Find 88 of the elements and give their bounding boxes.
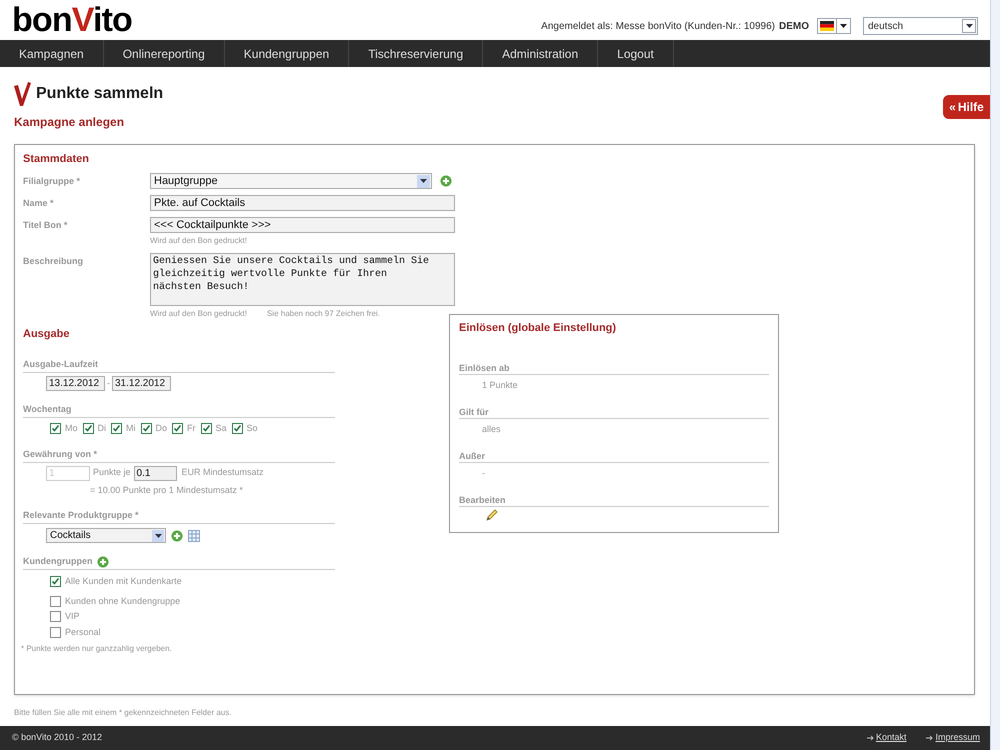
field-text: EUR Mindestumsatz [182, 466, 264, 480]
field-label: Gilt für [459, 407, 488, 417]
nav-item[interactable]: Administration [483, 40, 598, 67]
checkbox-label: VIP [65, 610, 80, 623]
arrow-icon [866, 735, 875, 741]
field-label: Bearbeiten [459, 495, 506, 505]
caret-icon [417, 174, 430, 188]
date-separator: - [107, 376, 110, 390]
checkbox[interactable] [232, 423, 243, 434]
checkbox-label: Mi [126, 422, 136, 435]
field-label: Titel Bon * [23, 219, 68, 232]
checkbox[interactable] [200, 423, 212, 434]
checkbox-label: Personal [65, 626, 101, 638]
page-title: Punkte sammeln [36, 84, 164, 104]
add-icon[interactable] [171, 530, 183, 542]
checkbox-label: Mo [65, 422, 78, 435]
select-field[interactable]: Cocktails [46, 528, 166, 543]
text-area[interactable]: Geniessen Sie unsere Cocktails und sammeln Sie gleichzeitig wertvolle Punkte für Ihren nächsten Besuch! [150, 253, 455, 306]
panel-heading: Einlösen (globale Einstellung) [459, 321, 618, 335]
nav-item[interactable]: Kampagnen [0, 40, 104, 67]
field-value: alles [481, 423, 502, 435]
nav-item[interactable]: Onlinereporting [104, 40, 225, 67]
copyright: © bonVito 2010 - 2012 [12, 731, 102, 744]
scrollbar[interactable] [990, 0, 1000, 750]
field-label: Name * [23, 197, 55, 210]
checkbox[interactable] [172, 423, 184, 434]
checkbox-label: Sa [216, 422, 227, 435]
page-subtitle: Kampagne anlegen [14, 114, 126, 131]
caret-icon [840, 24, 847, 28]
hint-text: Wird auf den Bon gedruckt! [150, 235, 247, 247]
logo: bonVito [12, 3, 132, 37]
caret-icon [962, 19, 976, 33]
field-label: Außer [459, 451, 486, 461]
field-label: Ausgabe-Laufzeit [23, 358, 98, 372]
flag-icon [820, 21, 834, 31]
field-text: Punkte je [93, 466, 131, 480]
caret-icon [152, 530, 164, 542]
date-field[interactable]: 13.12.2012 [46, 376, 105, 391]
flag-dropdown[interactable] [817, 18, 851, 34]
checkbox-label: Alle Kunden mit Kundenkarte [65, 575, 182, 588]
checkbox-label: Kunden ohne Kundengruppe [65, 594, 180, 608]
checkbox[interactable] [140, 423, 152, 434]
hint-text: Sie haben noch 97 Zeichen frei. [266, 308, 380, 320]
footnote: * Punkte werden nur ganzzahlig vergeben. [21, 643, 173, 655]
checkbox[interactable] [50, 576, 61, 588]
field-label: Wochentag [23, 403, 72, 416]
checkbox[interactable] [50, 626, 61, 638]
field-label: Relevante Produktgruppe * [23, 509, 139, 522]
checkbox-label: Do [156, 422, 168, 435]
select-field[interactable]: Hauptgruppe [150, 173, 432, 189]
footer-link[interactable]: Impressum [935, 731, 980, 745]
nav-item[interactable]: Kundengruppen [224, 40, 350, 67]
checkbox[interactable] [50, 423, 61, 434]
field-value: 1 Punkte [481, 379, 519, 391]
help-button[interactable]: « Hilfe [943, 95, 990, 119]
hint-text: Wird auf den Bon gedruckt! [150, 308, 247, 320]
pencil-icon[interactable] [486, 509, 498, 521]
check-logo-icon [14, 82, 32, 106]
section-heading: Stammdaten [23, 152, 90, 167]
add-icon[interactable] [96, 556, 108, 568]
date-field[interactable]: 31.12.2012 [112, 376, 171, 391]
checkbox-label: Fr [187, 422, 196, 435]
checkbox-label: So [246, 422, 258, 435]
footer-link[interactable]: Kontakt [876, 731, 906, 745]
field-value: - [481, 467, 486, 479]
arrow-icon [926, 735, 934, 741]
checkbox[interactable] [50, 596, 61, 607]
field-label: Filialgruppe * [23, 175, 82, 188]
text-field[interactable]: Pkte. auf Cocktails [150, 195, 455, 211]
field-label: Beschreibung [23, 255, 84, 268]
login-info: Angemeldet als: Messe bonVito (Kunden-Nr.: 10996) [541, 20, 775, 34]
calculation-note: = 10.00 Punkte pro 1 Mindestumsatz * [89, 484, 244, 497]
nav-item[interactable]: Tischreservierung [349, 40, 484, 67]
field-label: Gewährung von * [23, 448, 98, 461]
checkbox-label: Di [98, 422, 106, 435]
field-label: Kundengruppen [23, 555, 92, 568]
required-note: Bitte füllen Sie alle mit einem * gekennzeichneten Felder aus. [14, 707, 232, 719]
checkbox[interactable] [111, 423, 122, 434]
add-icon[interactable] [440, 175, 452, 187]
nav-item[interactable]: Logout [598, 40, 674, 67]
amount-field[interactable]: 0.1 [134, 466, 177, 480]
language-select[interactable]: deutsch [863, 17, 978, 35]
text-field[interactable]: <<< Cocktailpunkte >>> [150, 217, 455, 233]
section-heading: Ausgabe [23, 327, 70, 342]
checkbox[interactable] [82, 423, 94, 434]
checkbox[interactable] [50, 611, 61, 622]
field-label: Einlösen ab [459, 363, 510, 373]
demo-label: DEMO [779, 20, 809, 34]
